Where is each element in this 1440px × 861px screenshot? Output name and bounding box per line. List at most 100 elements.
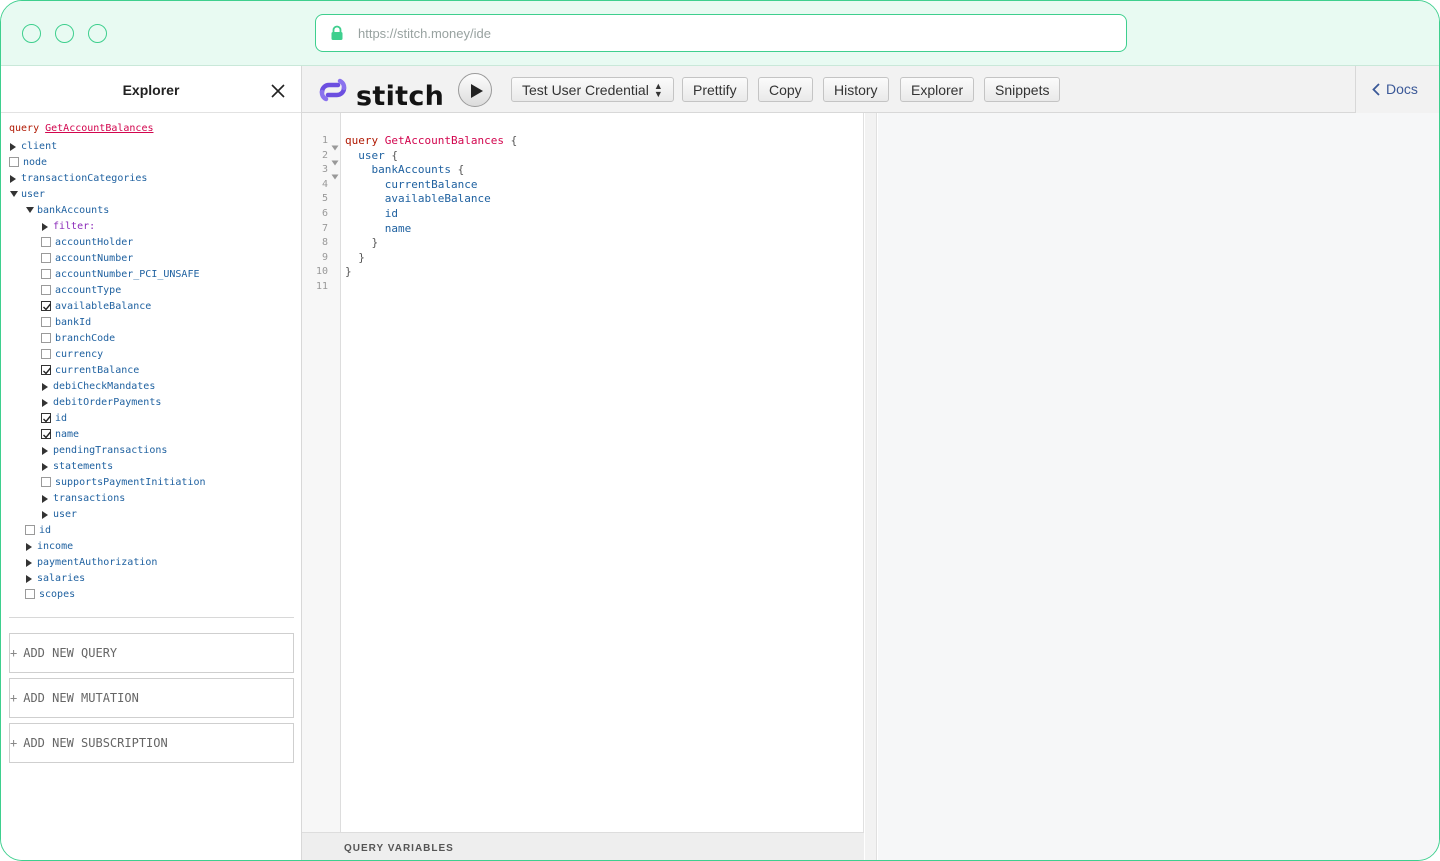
explorer-field-row[interactable]: filter: <box>41 218 95 234</box>
window-maximize-dot[interactable] <box>88 24 107 43</box>
code-line[interactable]: } <box>345 265 352 279</box>
checkbox-checked[interactable] <box>41 429 52 439</box>
caret-right-icon[interactable] <box>41 492 53 504</box>
checkbox-unchecked[interactable] <box>41 317 51 327</box>
code-line[interactable]: bankAccounts { <box>345 163 465 177</box>
window-close-dot[interactable] <box>22 24 41 43</box>
caret-right-icon[interactable] <box>9 140 21 152</box>
caret-down-icon[interactable] <box>9 188 21 200</box>
explorer-field-row[interactable]: id <box>25 522 51 538</box>
docs-button[interactable]: Docs <box>1372 81 1418 97</box>
caret-right-icon[interactable] <box>9 172 21 184</box>
explorer-field-row[interactable]: branchCode <box>41 330 115 346</box>
caret-down-icon[interactable] <box>25 204 37 216</box>
copy-button[interactable]: Copy <box>758 77 813 102</box>
fold-toggle-icon[interactable] <box>331 153 339 166</box>
explorer-field-row[interactable]: salaries <box>25 570 85 586</box>
explorer-field-row[interactable]: statements <box>41 458 113 474</box>
caret-right-icon[interactable] <box>41 380 53 392</box>
code-line[interactable]: } <box>345 251 365 265</box>
explorer-field-row[interactable]: supportsPaymentInitiation <box>41 474 206 490</box>
explorer-field-row[interactable]: availableBalance <box>41 298 151 314</box>
checkbox-unchecked[interactable] <box>41 477 51 487</box>
explorer-field-row[interactable]: scopes <box>25 586 75 602</box>
code-line[interactable]: id <box>345 207 398 221</box>
run-query-button[interactable] <box>458 73 492 107</box>
snippets-button[interactable]: Snippets <box>984 77 1061 102</box>
caret-right-icon[interactable] <box>41 396 53 408</box>
checkbox-checked[interactable] <box>41 365 52 375</box>
explorer-field-row[interactable]: debitOrderPayments <box>41 394 161 410</box>
code-token: currentBalance <box>384 177 478 191</box>
checkbox-checked[interactable] <box>41 413 52 423</box>
credential-select-label: Test User Credential <box>522 81 649 98</box>
explorer-field-label: accountNumber_PCI_UNSAFE <box>55 268 200 280</box>
window-minimize-dot[interactable] <box>55 24 74 43</box>
checkbox-unchecked[interactable] <box>41 285 51 295</box>
history-button[interactable]: History <box>823 77 889 102</box>
explorer-field-row[interactable]: transactionCategories <box>9 170 147 186</box>
caret-right-icon[interactable] <box>41 444 53 456</box>
explorer-field-row[interactable]: accountNumber_PCI_UNSAFE <box>41 266 200 282</box>
checkbox-unchecked[interactable] <box>9 157 19 167</box>
explorer-field-row[interactable]: accountNumber <box>41 250 133 266</box>
result-splitter[interactable] <box>865 113 877 860</box>
checkbox-unchecked[interactable] <box>41 269 51 279</box>
explorer-field-row[interactable]: accountHolder <box>41 234 133 250</box>
code-line[interactable]: } <box>345 236 378 250</box>
checkbox-unchecked[interactable] <box>41 349 51 359</box>
checkbox-checked[interactable] <box>41 301 52 311</box>
url-bar[interactable]: https://stitch.money/ide <box>315 14 1127 52</box>
code-line[interactable]: availableBalance <box>345 192 491 206</box>
explorer-field-row[interactable]: currency <box>41 346 103 362</box>
caret-right-icon[interactable] <box>41 220 53 232</box>
credential-select[interactable]: Test User Credential ▲ ▼ <box>511 77 674 102</box>
code-line[interactable]: query GetAccountBalances { <box>345 134 517 148</box>
caret-right-icon[interactable] <box>41 460 53 472</box>
stitch-logo: stitch <box>316 75 444 112</box>
operation-name[interactable]: GetAccountBalances <box>45 123 153 134</box>
explorer-field-row[interactable]: name <box>41 426 79 442</box>
checkbox-unchecked[interactable] <box>41 253 51 263</box>
checkbox-unchecked[interactable] <box>41 333 51 343</box>
add-new-query-button[interactable]: + ADD NEW QUERY <box>9 633 294 673</box>
checkbox-unchecked[interactable] <box>41 237 51 247</box>
explorer-field-row[interactable]: user <box>9 186 45 202</box>
code-line[interactable]: user { <box>345 149 398 163</box>
explorer-field-row[interactable]: client <box>9 138 57 154</box>
code-line[interactable]: name <box>345 222 412 236</box>
line-number: 4 <box>321 178 328 190</box>
caret-right-icon[interactable] <box>25 572 37 584</box>
explorer-field-row[interactable]: bankAccounts <box>25 202 109 218</box>
explorer-field-row[interactable]: user <box>41 506 77 522</box>
caret-right-icon[interactable] <box>41 508 53 520</box>
explorer-field-row[interactable]: debiCheckMandates <box>41 378 155 394</box>
close-icon[interactable] <box>271 84 285 98</box>
operation-header[interactable]: query GetAccountBalances <box>9 123 153 137</box>
prettify-button[interactable]: Prettify <box>682 77 748 102</box>
checkbox-unchecked[interactable] <box>25 589 35 599</box>
explorer-field-row[interactable]: pendingTransactions <box>41 442 167 458</box>
code-line[interactable]: currentBalance <box>345 177 478 192</box>
caret-right-icon[interactable] <box>25 556 37 568</box>
explorer-field-row[interactable]: accountType <box>41 282 121 298</box>
query-variables-bar[interactable]: QUERY VARIABLES <box>302 832 864 860</box>
explorer-field-row[interactable]: paymentAuthorization <box>25 554 157 570</box>
checkbox-unchecked[interactable] <box>25 525 35 535</box>
fold-toggle-icon[interactable] <box>331 167 339 180</box>
explorer-field-row[interactable]: id <box>41 410 67 426</box>
caret-right-icon[interactable] <box>25 540 37 552</box>
lock-icon <box>331 25 343 40</box>
add-new-mutation-button[interactable]: + ADD NEW MUTATION <box>9 678 294 718</box>
add-new-subscription-button[interactable]: + ADD NEW SUBSCRIPTION <box>9 723 294 763</box>
explorer-field-row[interactable]: bankId <box>41 314 91 330</box>
query-editor[interactable]: 1 2 3 4 5 6 7 8 9 10 11 query GetAccountBalances {… <box>302 113 864 832</box>
explorer-field-row[interactable]: currentBalance <box>41 362 139 378</box>
explorer-button[interactable]: Explorer <box>900 77 975 102</box>
explorer-label: Explorer <box>911 81 964 98</box>
explorer-field-row[interactable]: transactions <box>41 490 125 506</box>
explorer-field-row[interactable]: node <box>9 154 47 170</box>
line-number: 3 <box>321 164 328 176</box>
fold-toggle-icon[interactable] <box>331 138 339 151</box>
explorer-field-row[interactable]: income <box>25 538 73 554</box>
